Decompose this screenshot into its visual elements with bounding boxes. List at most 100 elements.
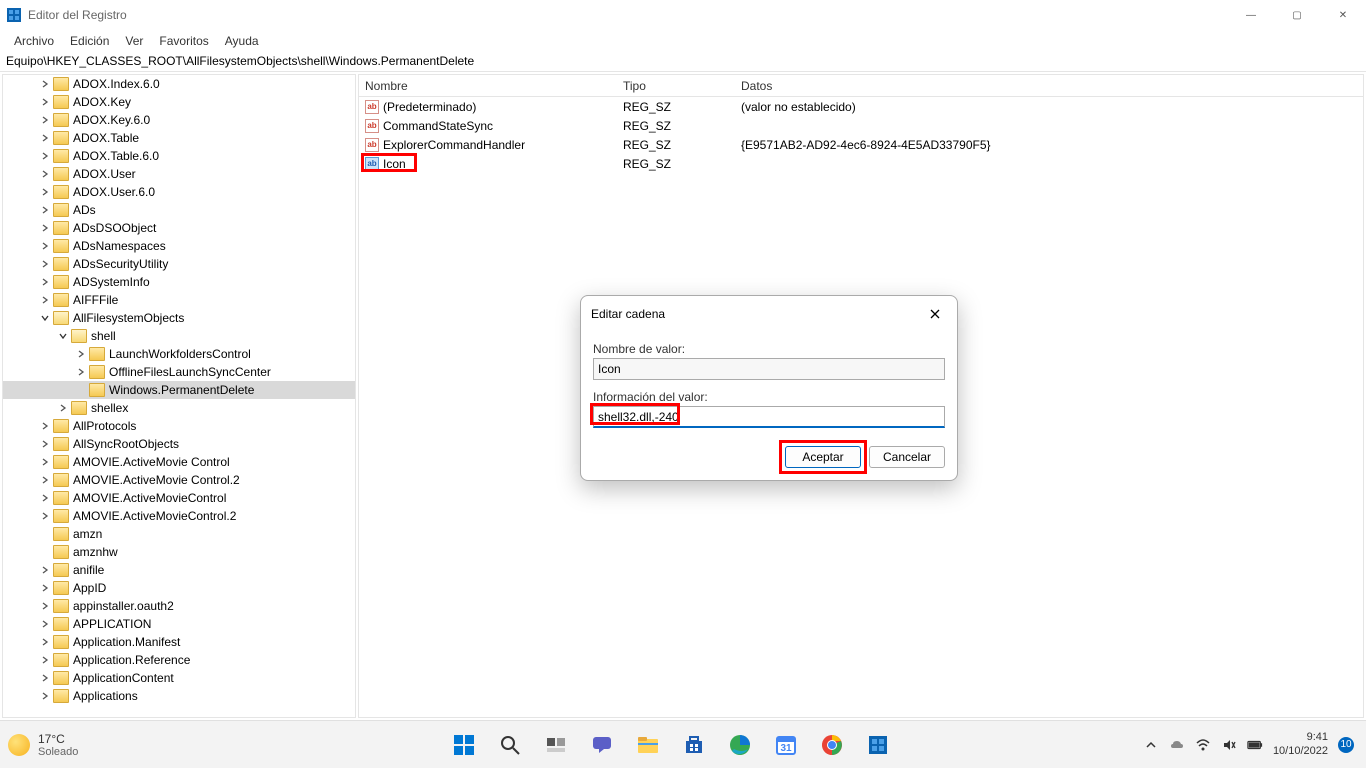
tree-item[interactable]: ApplicationContent: [3, 669, 355, 687]
tree-item[interactable]: ADsNamespaces: [3, 237, 355, 255]
list-row[interactable]: (Predeterminado)REG_SZ(valor no establec…: [359, 97, 1363, 116]
tree-item[interactable]: AMOVIE.ActiveMovieControl: [3, 489, 355, 507]
chevron-right-icon[interactable]: [39, 240, 51, 252]
tree-item[interactable]: ADSystemInfo: [3, 273, 355, 291]
tree-item[interactable]: amzn: [3, 525, 355, 543]
chevron-right-icon[interactable]: [39, 456, 51, 468]
col-header-name[interactable]: Nombre: [359, 79, 617, 93]
chevron-right-icon[interactable]: [39, 168, 51, 180]
tree-item[interactable]: AppID: [3, 579, 355, 597]
chevron-right-icon[interactable]: [39, 690, 51, 702]
cancel-button[interactable]: Cancelar: [869, 446, 945, 468]
chevron-right-icon[interactable]: [39, 636, 51, 648]
tree-item[interactable]: Application.Reference: [3, 651, 355, 669]
chevron-right-icon[interactable]: [39, 78, 51, 90]
notification-badge[interactable]: 10: [1338, 737, 1354, 753]
tree-item[interactable]: Windows.PermanentDelete: [3, 381, 355, 399]
chevron-right-icon[interactable]: [39, 186, 51, 198]
chevron-right-icon[interactable]: [39, 510, 51, 522]
minimize-button[interactable]: —: [1228, 0, 1274, 30]
chevron-right-icon[interactable]: [39, 96, 51, 108]
chevron-right-icon[interactable]: [39, 114, 51, 126]
chevron-right-icon[interactable]: [39, 294, 51, 306]
volume-icon[interactable]: [1221, 737, 1237, 753]
tree-item[interactable]: AllSyncRootObjects: [3, 435, 355, 453]
tree-item[interactable]: AllProtocols: [3, 417, 355, 435]
close-button[interactable]: ✕: [1320, 0, 1366, 30]
ok-button[interactable]: Aceptar: [785, 446, 861, 468]
tree-item[interactable]: shellex: [3, 399, 355, 417]
battery-icon[interactable]: [1247, 737, 1263, 753]
tree-item[interactable]: Applications: [3, 687, 355, 705]
tree-item[interactable]: ADsSecurityUtility: [3, 255, 355, 273]
menu-edit[interactable]: Edición: [62, 32, 117, 50]
tree-item[interactable]: AMOVIE.ActiveMovie Control.2: [3, 471, 355, 489]
tree-item[interactable]: LaunchWorkfoldersControl: [3, 345, 355, 363]
chevron-right-icon[interactable]: [39, 618, 51, 630]
list-row[interactable]: IconREG_SZ: [359, 154, 1363, 173]
taskbar-weather[interactable]: 17°C Soleado: [0, 732, 200, 758]
chevron-right-icon[interactable]: [39, 438, 51, 450]
tree-item[interactable]: appinstaller.oauth2: [3, 597, 355, 615]
chrome-icon[interactable]: [812, 725, 852, 765]
chevron-right-icon[interactable]: [39, 258, 51, 270]
search-button[interactable]: [490, 725, 530, 765]
chevron-right-icon[interactable]: [39, 420, 51, 432]
col-header-type[interactable]: Tipo: [617, 79, 735, 93]
tree-item[interactable]: ADOX.User: [3, 165, 355, 183]
chevron-right-icon[interactable]: [57, 402, 69, 414]
edge-icon[interactable]: [720, 725, 760, 765]
store-icon[interactable]: [674, 725, 714, 765]
chevron-right-icon[interactable]: [39, 276, 51, 288]
chevron-right-icon[interactable]: [39, 132, 51, 144]
tree-item[interactable]: shell: [3, 327, 355, 345]
tree-item[interactable]: ADOX.Key: [3, 93, 355, 111]
calendar-icon[interactable]: 31: [766, 725, 806, 765]
tree-item[interactable]: amznhw: [3, 543, 355, 561]
tree-item[interactable]: AIFFFile: [3, 291, 355, 309]
list-row[interactable]: CommandStateSyncREG_SZ: [359, 116, 1363, 135]
tray-chevron-icon[interactable]: [1143, 737, 1159, 753]
tree-item[interactable]: ADsDSOObject: [3, 219, 355, 237]
chat-icon[interactable]: [582, 725, 622, 765]
tree-item[interactable]: anifile: [3, 561, 355, 579]
list-row[interactable]: ExplorerCommandHandlerREG_SZ{E9571AB2-AD…: [359, 135, 1363, 154]
chevron-down-icon[interactable]: [57, 330, 69, 342]
chevron-right-icon[interactable]: [39, 222, 51, 234]
onedrive-icon[interactable]: [1169, 737, 1185, 753]
menu-help[interactable]: Ayuda: [217, 32, 267, 50]
chevron-right-icon[interactable]: [39, 492, 51, 504]
dialog-value-field[interactable]: [593, 406, 945, 428]
start-button[interactable]: [444, 725, 484, 765]
tree-item[interactable]: Application.Manifest: [3, 633, 355, 651]
wifi-icon[interactable]: [1195, 737, 1211, 753]
maximize-button[interactable]: ▢: [1274, 0, 1320, 30]
tree-item[interactable]: ADs: [3, 201, 355, 219]
menu-view[interactable]: Ver: [117, 32, 151, 50]
dialog-close-button[interactable]: [923, 302, 947, 326]
tree-item[interactable]: APPLICATION: [3, 615, 355, 633]
chevron-right-icon[interactable]: [39, 150, 51, 162]
tree-item[interactable]: AMOVIE.ActiveMovie Control: [3, 453, 355, 471]
address-bar[interactable]: Equipo\HKEY_CLASSES_ROOT\AllFilesystemOb…: [0, 52, 1366, 72]
chevron-down-icon[interactable]: [39, 312, 51, 324]
chevron-right-icon[interactable]: [39, 672, 51, 684]
tree-item[interactable]: ADOX.Index.6.0: [3, 75, 355, 93]
tree-item[interactable]: OfflineFilesLaunchSyncCenter: [3, 363, 355, 381]
tree-pane[interactable]: ADOX.Index.6.0ADOX.KeyADOX.Key.6.0ADOX.T…: [2, 74, 356, 718]
col-header-data[interactable]: Datos: [735, 79, 1363, 93]
tree-item[interactable]: ADOX.Key.6.0: [3, 111, 355, 129]
tree-item[interactable]: ADOX.Table: [3, 129, 355, 147]
tree-item[interactable]: ADOX.Table.6.0: [3, 147, 355, 165]
chevron-right-icon[interactable]: [39, 474, 51, 486]
task-view-button[interactable]: [536, 725, 576, 765]
regedit-taskbar-icon[interactable]: [858, 725, 898, 765]
chevron-right-icon[interactable]: [75, 348, 87, 360]
chevron-right-icon[interactable]: [39, 582, 51, 594]
menu-file[interactable]: Archivo: [6, 32, 62, 50]
taskbar-clock[interactable]: 9:41 10/10/2022: [1273, 731, 1328, 757]
tree-item[interactable]: AMOVIE.ActiveMovieControl.2: [3, 507, 355, 525]
file-explorer-icon[interactable]: [628, 725, 668, 765]
chevron-right-icon[interactable]: [39, 204, 51, 216]
tree-item[interactable]: AllFilesystemObjects: [3, 309, 355, 327]
